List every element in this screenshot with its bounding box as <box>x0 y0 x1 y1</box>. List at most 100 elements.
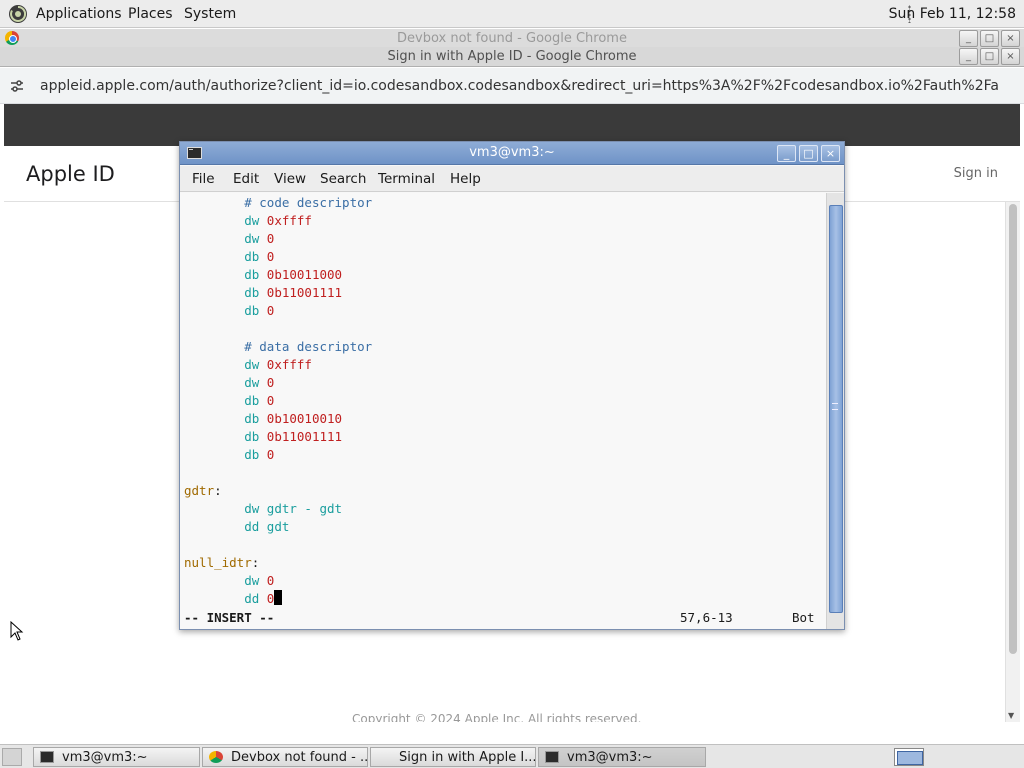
maximize-button[interactable]: □ <box>980 48 999 65</box>
url-text[interactable]: appleid.apple.com/auth/authorize?client_… <box>40 78 1000 94</box>
apple-id-brand[interactable]: Apple ID <box>26 162 115 186</box>
clock[interactable]: Sun Feb 11, 12:58 <box>889 6 1016 22</box>
chrome-window-apple-titlebar[interactable]: Sign in with Apple ID - Google Chrome _ … <box>0 47 1024 67</box>
site-info-icon[interactable] <box>10 79 24 93</box>
terminal-scrollbar[interactable] <box>826 193 844 629</box>
code-token: # code descriptor <box>244 195 373 210</box>
code-line: db 0 <box>184 302 274 320</box>
code-token: 0b11001111 <box>266 429 343 444</box>
scroll-down-icon[interactable]: ▼ <box>1008 711 1014 720</box>
terminal-icon <box>545 751 559 763</box>
top-panel: Applications Places System Sun Feb 11, 1… <box>0 0 1024 28</box>
places-menu[interactable]: Places <box>128 6 173 22</box>
apple-global-nav <box>4 104 1020 146</box>
page-scroll-thumb[interactable] <box>1009 204 1017 654</box>
code-token: 0 <box>266 573 275 588</box>
code-token: dd <box>244 519 267 534</box>
show-desktop-button[interactable] <box>2 748 22 766</box>
window-title: Devbox not found - Google Chrome <box>397 31 627 46</box>
code-token: null_idtr <box>184 555 252 570</box>
code-token: db <box>244 393 267 408</box>
sign-in-link[interactable]: Sign in <box>954 166 998 181</box>
distro-logo-icon[interactable] <box>8 4 28 24</box>
code-token: gdtr - gdt <box>266 501 343 516</box>
applications-menu[interactable]: Applications <box>36 6 122 22</box>
terminal-text-area[interactable]: # code descriptor dw 0xffff dw 0 db 0 db… <box>180 193 826 629</box>
code-line: dw 0 <box>184 230 274 248</box>
task-chrome-apple[interactable]: Sign in with Apple I... <box>370 747 536 767</box>
code-token: 0b11001111 <box>266 285 343 300</box>
code-token: 0 <box>266 375 275 390</box>
code-line: db 0 <box>184 248 274 266</box>
code-token: 0xffff <box>266 213 312 228</box>
menu-search[interactable]: Search <box>320 171 366 187</box>
code-token: 0 <box>266 249 275 264</box>
terminal-titlebar[interactable]: vm3@vm3:~ _ □ × <box>180 142 844 165</box>
minimize-button[interactable]: _ <box>959 48 978 65</box>
system-menu[interactable]: System <box>184 6 236 22</box>
minimize-button[interactable]: _ <box>777 145 796 162</box>
copyright-text: Copyright © 2024 Apple Inc. All rights r… <box>352 712 642 722</box>
terminal-menubar: File Edit View Search Terminal Help <box>180 166 844 192</box>
code-token: 0 <box>266 447 275 462</box>
code-line: dd gdt <box>184 518 289 536</box>
maximize-button[interactable]: □ <box>799 145 818 162</box>
code-token: dw <box>244 573 267 588</box>
task-terminal-2[interactable]: vm3@vm3:~ <box>538 747 706 767</box>
code-token: 0b10010010 <box>266 411 343 426</box>
code-token: gdt <box>266 519 290 534</box>
page-scrollbar[interactable]: ▼ <box>1005 202 1020 722</box>
code-token: dw <box>244 375 267 390</box>
code-line: dw 0xffff <box>184 356 312 374</box>
minimize-button[interactable]: _ <box>959 30 978 47</box>
code-token: dd <box>244 591 267 606</box>
terminal-title: vm3@vm3:~ <box>469 145 555 160</box>
task-chrome-devbox[interactable]: Devbox not found - ... <box>202 747 368 767</box>
code-token: db <box>244 429 267 444</box>
code-token: db <box>244 411 267 426</box>
code-line: dd 0 <box>184 590 283 608</box>
code-line: # data descriptor <box>184 338 372 356</box>
window-title: Sign in with Apple ID - Google Chrome <box>387 49 637 64</box>
menu-terminal[interactable]: Terminal <box>378 171 435 187</box>
vim-mode: -- INSERT -- <box>184 610 275 625</box>
code-token: 0xffff <box>266 357 312 372</box>
code-token: 0 <box>266 231 275 246</box>
task-label: vm3@vm3:~ <box>567 749 653 765</box>
code-line: null_idtr: <box>184 554 259 572</box>
menu-help[interactable]: Help <box>450 171 481 187</box>
code-token: : <box>214 483 222 498</box>
code-token: dw <box>244 501 267 516</box>
code-line: db 0b11001111 <box>184 428 342 446</box>
scroll-position: Bot <box>792 610 815 625</box>
code-line: db 0b11001111 <box>184 284 342 302</box>
code-line: dw 0xffff <box>184 212 312 230</box>
menu-view[interactable]: View <box>274 171 306 187</box>
code-line: dw 0 <box>184 374 274 392</box>
menu-file[interactable]: File <box>192 171 215 187</box>
code-line: db 0 <box>184 446 274 464</box>
task-terminal-1[interactable]: vm3@vm3:~ <box>33 747 200 767</box>
code-token: # data descriptor <box>244 339 373 354</box>
terminal-window[interactable]: vm3@vm3:~ _ □ × File Edit View Search Te… <box>179 141 845 630</box>
vim-status-line: -- INSERT -- 57,6-13 Bot <box>184 609 824 627</box>
menu-edit[interactable]: Edit <box>233 171 259 187</box>
code-token: : <box>251 555 260 570</box>
workspace-switcher[interactable] <box>894 748 924 766</box>
close-button[interactable]: × <box>1001 48 1020 65</box>
code-token: 0 <box>266 591 275 606</box>
mouse-pointer-icon <box>10 621 24 641</box>
task-label: vm3@vm3:~ <box>62 749 148 765</box>
address-bar[interactable]: appleid.apple.com/auth/authorize?client_… <box>0 68 1024 104</box>
maximize-button[interactable]: □ <box>980 30 999 47</box>
code-line: dw 0 <box>184 572 274 590</box>
close-button[interactable]: × <box>1001 30 1020 47</box>
code-token: gdtr <box>184 483 215 498</box>
chrome-window-devbox-titlebar[interactable]: Devbox not found - Google Chrome _ □ × <box>0 29 1024 49</box>
bottom-taskbar: vm3@vm3:~ Devbox not found - ... Sign in… <box>0 744 1024 768</box>
text-cursor <box>274 590 283 605</box>
close-button[interactable]: × <box>821 145 840 162</box>
code-line: db 0b10011000 <box>184 266 342 284</box>
code-token: db <box>244 249 267 264</box>
code-line: db 0 <box>184 392 274 410</box>
